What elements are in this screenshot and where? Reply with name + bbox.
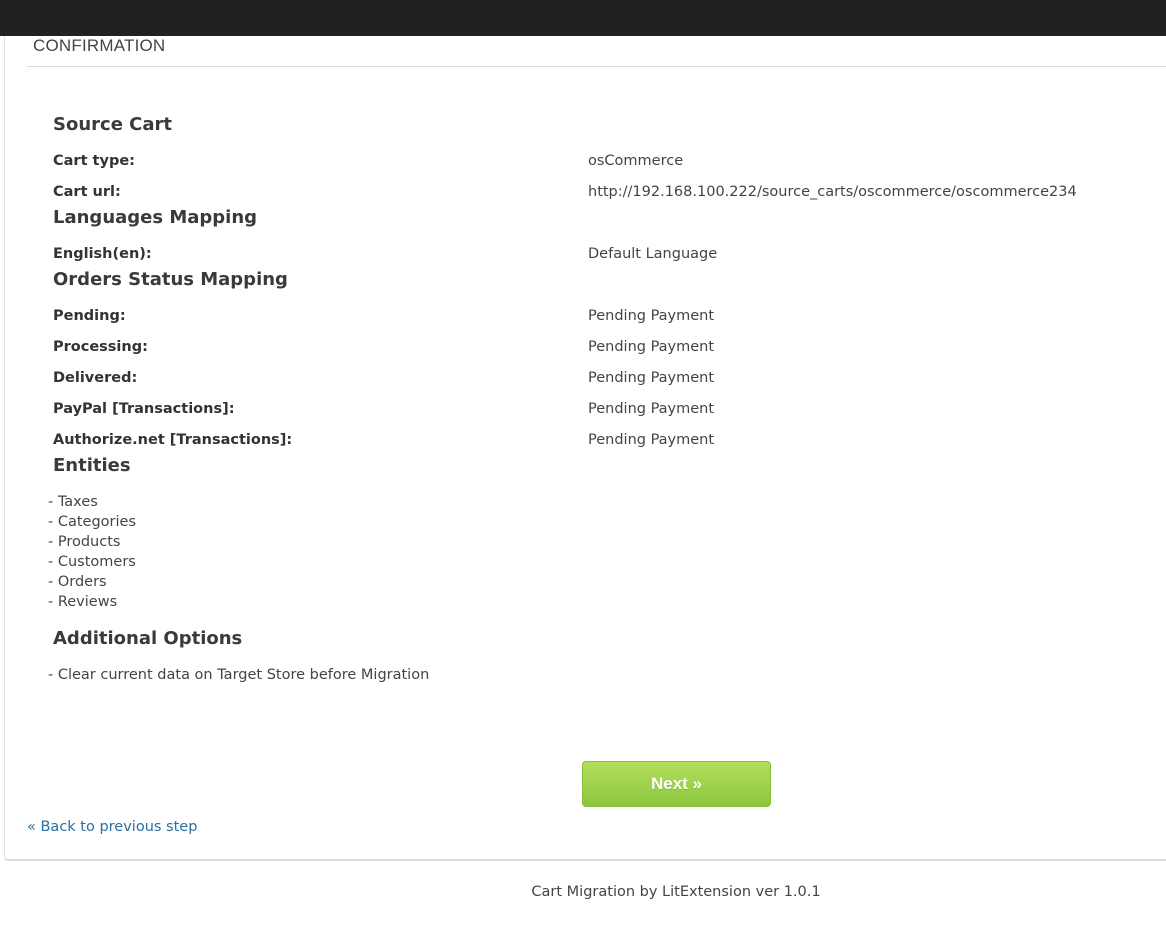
order-status-value-paypal: Pending Payment bbox=[588, 401, 715, 417]
cart-url-label: Cart url: bbox=[53, 184, 121, 200]
section-title-additional-options: Additional Options bbox=[53, 628, 243, 649]
page-heading: CONFIRMATION bbox=[33, 36, 166, 55]
order-status-label-pending: Pending: bbox=[53, 308, 126, 324]
section-title-source-cart: Source Cart bbox=[53, 114, 173, 135]
order-status-label-processing: Processing: bbox=[53, 339, 148, 355]
cart-type-value: osCommerce bbox=[588, 153, 684, 169]
top-bar bbox=[0, 0, 1166, 36]
order-status-value-authorize-net: Pending Payment bbox=[588, 432, 715, 448]
order-status-label-delivered: Delivered: bbox=[53, 370, 138, 386]
section-title-entities: Entities bbox=[53, 455, 131, 476]
cart-url-value: http://192.168.100.222/source_carts/osco… bbox=[588, 184, 1077, 200]
entity-item: - Orders bbox=[48, 574, 107, 590]
additional-option-item: - Clear current data on Target Store bef… bbox=[48, 667, 430, 683]
entity-item: - Reviews bbox=[48, 594, 118, 610]
order-status-value-pending: Pending Payment bbox=[588, 308, 715, 324]
section-title-languages-mapping: Languages Mapping bbox=[53, 207, 258, 228]
order-status-label-paypal: PayPal [Transactions]: bbox=[53, 401, 235, 417]
back-to-previous-step-link[interactable]: « Back to previous step bbox=[27, 818, 197, 836]
language-value-english: Default Language bbox=[588, 246, 718, 262]
entity-item: - Customers bbox=[48, 554, 136, 570]
order-status-value-delivered: Pending Payment bbox=[588, 370, 715, 386]
section-title-orders-status-mapping: Orders Status Mapping bbox=[53, 269, 288, 290]
cart-type-label: Cart type: bbox=[53, 153, 135, 169]
order-status-value-processing: Pending Payment bbox=[588, 339, 715, 355]
footer-text: Cart Migration by LitExtension ver 1.0.1 bbox=[531, 884, 821, 900]
next-button[interactable]: Next » bbox=[582, 761, 771, 807]
language-label-english: English(en): bbox=[53, 246, 152, 262]
entity-item: - Categories bbox=[48, 514, 136, 530]
order-status-label-authorize-net: Authorize.net [Transactions]: bbox=[53, 432, 293, 448]
heading-divider bbox=[27, 66, 1166, 67]
entity-item: - Products bbox=[48, 534, 121, 550]
entity-item: - Taxes bbox=[48, 494, 98, 510]
